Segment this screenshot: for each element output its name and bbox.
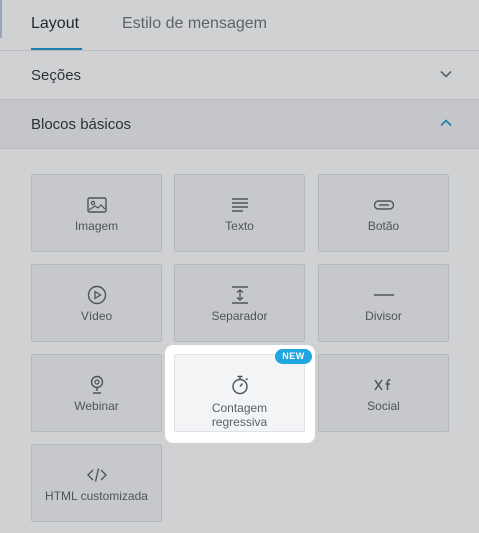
block-html-customizada-label: HTML customizada	[45, 489, 148, 503]
block-imagem[interactable]: Imagem	[31, 174, 162, 252]
separator-icon	[229, 284, 251, 306]
social-icon	[373, 374, 395, 396]
stopwatch-icon	[229, 374, 251, 396]
active-tab-indicator	[31, 48, 82, 50]
block-video-label: Vídeo	[80, 309, 113, 323]
section-blocos-basicos-title: Blocos básicos	[31, 116, 132, 133]
tab-estilo-de-mensagem[interactable]: Estilo de mensagem	[122, 15, 267, 33]
block-texto-label: Texto	[225, 219, 254, 233]
block-webinar-label: Webinar	[74, 399, 119, 413]
block-contagem-regressiva-label: Contagem regressiva	[211, 401, 268, 429]
tab-bar: Layout Estilo de mensagem	[0, 0, 479, 51]
block-divisor-label: Divisor	[365, 309, 402, 323]
block-video[interactable]: Vídeo	[31, 264, 162, 342]
section-blocos-basicos[interactable]: Blocos básicos	[0, 100, 479, 149]
block-botao[interactable]: Botão	[318, 174, 449, 252]
chevron-down-icon[interactable]	[440, 70, 452, 78]
block-divisor[interactable]: Divisor	[318, 264, 449, 342]
block-html-customizada[interactable]: HTML customizada	[31, 444, 162, 522]
tab-layout[interactable]: Layout	[31, 15, 79, 33]
block-social-label: Social	[367, 399, 400, 413]
panel-edge	[0, 0, 2, 38]
webinar-icon	[86, 374, 108, 396]
section-secoes-title: Seções	[31, 67, 82, 84]
code-icon	[86, 464, 108, 486]
chevron-up-icon[interactable]	[440, 119, 452, 127]
section-secoes[interactable]: Seções	[0, 51, 479, 100]
block-botao-label: Botão	[367, 219, 400, 233]
block-texto[interactable]: Texto	[174, 174, 305, 252]
play-icon	[86, 284, 108, 306]
block-webinar[interactable]: Webinar	[31, 354, 162, 432]
block-imagem-label: Imagem	[74, 219, 119, 233]
text-icon	[229, 194, 251, 216]
divider-icon	[373, 284, 395, 306]
new-badge: NEW	[275, 349, 312, 364]
image-icon	[86, 194, 108, 216]
block-social[interactable]: Social	[318, 354, 449, 432]
block-separador[interactable]: Separador	[174, 264, 305, 342]
block-contagem-regressiva[interactable]: Contagem regressiva	[174, 354, 305, 432]
block-separador-label: Separador	[211, 309, 268, 323]
button-icon	[373, 194, 395, 216]
